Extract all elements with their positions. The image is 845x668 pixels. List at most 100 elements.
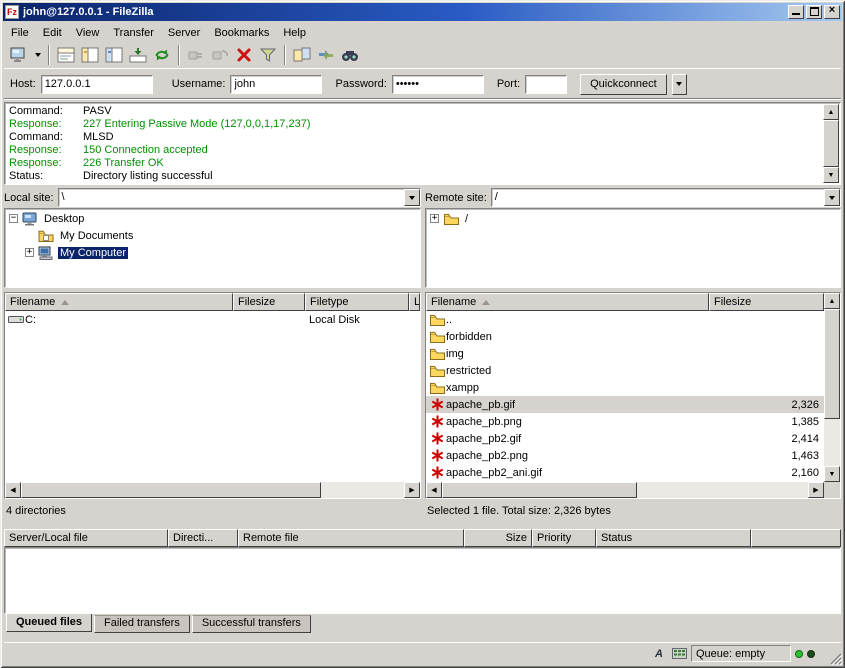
file-row[interactable]: apache_pb2_ani.gif 2,160 xyxy=(426,464,824,481)
remote-horizontal-scrollbar[interactable]: ◀ ▶ xyxy=(426,482,824,498)
transfer-type-icon[interactable]: A xyxy=(651,647,667,661)
scrollbar-thumb[interactable] xyxy=(824,309,840,419)
menu-bookmarks[interactable]: Bookmarks xyxy=(207,25,276,41)
remote-tree[interactable]: + / xyxy=(425,208,841,288)
close-button[interactable]: × xyxy=(824,5,840,19)
file-row[interactable]: forbidden xyxy=(426,328,824,345)
remote-vertical-scrollbar[interactable]: ▲ ▼ xyxy=(824,293,840,482)
statusbar: A Queue: empty xyxy=(4,642,841,664)
quickconnect-dropdown[interactable] xyxy=(672,74,687,95)
column-header-filesize[interactable]: Filesize xyxy=(709,293,824,311)
menu-edit[interactable]: Edit xyxy=(36,25,69,41)
synchronized-browsing-icon[interactable] xyxy=(314,44,338,66)
host-input[interactable] xyxy=(41,75,153,94)
menu-view[interactable]: View xyxy=(69,25,107,41)
menu-server[interactable]: Server xyxy=(161,25,207,41)
local-site-combo[interactable]: \ xyxy=(58,188,421,207)
directory-compare-icon[interactable] xyxy=(290,44,314,66)
scroll-down-icon[interactable]: ▼ xyxy=(824,466,840,482)
toolbar-separator xyxy=(48,45,50,65)
minimize-button[interactable] xyxy=(788,5,804,19)
file-row-selected[interactable]: apache_pb.gif 2,326 xyxy=(426,396,824,413)
file-row[interactable]: restricted xyxy=(426,362,824,379)
queue-list[interactable] xyxy=(4,547,841,614)
queue-column-server-local-file[interactable]: Server/Local file xyxy=(4,529,168,547)
reconnect-icon[interactable] xyxy=(208,44,232,66)
site-manager-dropdown-icon[interactable] xyxy=(32,44,44,66)
expand-icon[interactable]: + xyxy=(25,248,34,257)
resize-grip[interactable] xyxy=(829,652,842,665)
expand-icon[interactable]: + xyxy=(430,214,439,223)
tree-item-my-computer[interactable]: + My Computer xyxy=(5,244,420,261)
toggle-remote-tree-icon[interactable] xyxy=(102,44,126,66)
toggle-queue-icon[interactable] xyxy=(126,44,150,66)
file-row[interactable]: apache_pb.png 1,385 xyxy=(426,413,824,430)
host-label: Host: xyxy=(10,78,36,90)
toggle-local-tree-icon[interactable] xyxy=(78,44,102,66)
my-documents-icon xyxy=(37,229,55,242)
tree-item-my-documents[interactable]: My Documents xyxy=(5,227,420,244)
queue-column-size[interactable]: Size xyxy=(464,529,532,547)
scrollbar-thumb[interactable] xyxy=(823,120,839,167)
password-input[interactable] xyxy=(392,75,484,94)
tab-failed-transfers[interactable]: Failed transfers xyxy=(94,615,190,633)
menu-transfer[interactable]: Transfer xyxy=(106,25,161,41)
folder-icon xyxy=(428,365,446,377)
file-row[interactable]: apache_pb2.gif 2,414 xyxy=(426,430,824,447)
scroll-up-icon[interactable]: ▲ xyxy=(824,293,840,309)
file-row[interactable]: xampp xyxy=(426,379,824,396)
menu-file[interactable]: File xyxy=(4,25,36,41)
scrollbar-thumb[interactable] xyxy=(442,482,637,498)
menu-help[interactable]: Help xyxy=(276,25,313,41)
speed-limit-icon[interactable] xyxy=(671,647,687,661)
port-input[interactable] xyxy=(525,75,567,94)
toolbar-separator xyxy=(284,45,286,65)
scroll-down-icon[interactable]: ▼ xyxy=(823,167,839,183)
column-header-filename[interactable]: Filename xyxy=(5,293,233,311)
folder-icon xyxy=(428,314,446,326)
maximize-button[interactable] xyxy=(806,5,822,19)
column-header-last-modified[interactable]: L xyxy=(409,293,420,311)
tree-item-desktop[interactable]: − Desktop xyxy=(5,210,420,227)
username-input[interactable] xyxy=(230,75,322,94)
cancel-icon[interactable] xyxy=(232,44,256,66)
recv-activity-led xyxy=(795,650,803,658)
scroll-right-icon[interactable]: ▶ xyxy=(404,482,420,498)
find-files-icon[interactable] xyxy=(338,44,362,66)
log-line: Command:PASV xyxy=(9,105,820,118)
scroll-up-icon[interactable]: ▲ xyxy=(823,104,839,120)
column-header-filesize[interactable]: Filesize xyxy=(233,293,305,311)
scroll-right-icon[interactable]: ▶ xyxy=(808,482,824,498)
quickconnect-button[interactable]: Quickconnect xyxy=(580,74,667,95)
file-row[interactable]: apache_pb2.png 1,463 xyxy=(426,447,824,464)
collapse-icon[interactable]: − xyxy=(9,214,18,223)
scroll-left-icon[interactable]: ◀ xyxy=(5,482,21,498)
scrollbar-thumb[interactable] xyxy=(21,482,321,498)
queue-column-priority[interactable]: Priority xyxy=(532,529,596,547)
column-header-filetype[interactable]: Filetype xyxy=(305,293,409,311)
remote-site-combo[interactable]: / xyxy=(491,188,841,207)
scroll-left-icon[interactable]: ◀ xyxy=(426,482,442,498)
combo-dropdown-icon[interactable] xyxy=(404,189,420,206)
queue-column-remote-file[interactable]: Remote file xyxy=(238,529,464,547)
toggle-message-log-icon[interactable] xyxy=(54,44,78,66)
column-header-filename[interactable]: Filename xyxy=(426,293,709,311)
site-manager-icon[interactable] xyxy=(8,44,32,66)
file-row[interactable]: img xyxy=(426,345,824,362)
titlebar[interactable]: Fz john@127.0.0.1 - FileZilla × xyxy=(3,3,842,21)
queue-column-direction[interactable]: Directi... xyxy=(168,529,238,547)
file-row[interactable]: .. xyxy=(426,311,824,328)
tab-successful-transfers[interactable]: Successful transfers xyxy=(192,615,311,633)
queue-column-status[interactable]: Status xyxy=(596,529,751,547)
combo-dropdown-icon[interactable] xyxy=(824,189,840,206)
local-horizontal-scrollbar[interactable]: ◀ ▶ xyxy=(5,482,420,498)
message-log[interactable]: Command:PASV Response:227 Entering Passi… xyxy=(4,102,841,185)
local-tree[interactable]: − Desktop My Documents + My Computer xyxy=(4,208,421,288)
tab-queued-files[interactable]: Queued files xyxy=(6,614,92,632)
log-scrollbar[interactable]: ▲ ▼ xyxy=(823,104,839,183)
filter-icon[interactable] xyxy=(256,44,280,66)
disconnect-icon[interactable] xyxy=(184,44,208,66)
tree-item-root[interactable]: + / xyxy=(426,210,840,227)
refresh-icon[interactable] xyxy=(150,44,174,66)
file-row-c-drive[interactable]: C: Local Disk xyxy=(5,311,420,328)
